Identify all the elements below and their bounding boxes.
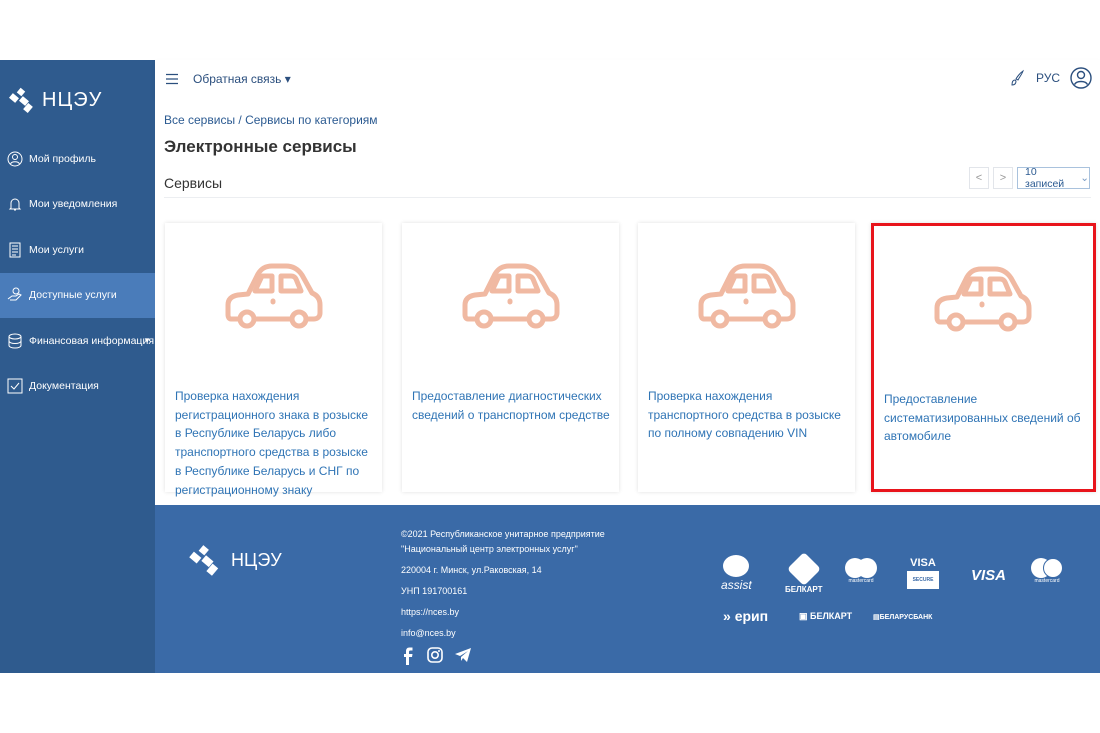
belarusbank-logo: ▤БЕЛАРУСБАНК — [873, 614, 933, 621]
mastercard-idcheck-text: mastercard — [1034, 578, 1060, 584]
footer-unp: УНП 191700161 — [401, 586, 468, 596]
sidebar-item-services[interactable]: Мои услуги — [0, 227, 155, 273]
sidebar-item-profile[interactable]: Мой профиль — [0, 136, 155, 182]
belarusbank-text: БЕЛАРУСБАНК — [879, 614, 933, 621]
service-card[interactable]: Проверка нахождения регистрационного зна… — [165, 223, 382, 497]
bell-icon — [8, 198, 22, 211]
breadcrumb-all-services[interactable]: Все сервисы — [164, 113, 235, 127]
logo-text: НЦЭУ — [231, 549, 282, 570]
erip-logo: » ерип — [723, 608, 769, 624]
erip-text: ерип — [734, 608, 769, 624]
brush-icon[interactable] — [1008, 69, 1026, 87]
footer-info: ©2021 Республиканское унитарное предприя… — [401, 527, 605, 671]
sidebar-item-available-services[interactable]: Доступные услуги — [0, 272, 155, 318]
sidebar-item-label: Мои услуги — [29, 243, 84, 256]
service-card[interactable]: Предоставление диагностических сведений … — [402, 223, 619, 492]
belkart-text: БЕЛКАРТ — [785, 585, 823, 594]
logo-icon — [9, 87, 33, 113]
belkart-internet-logo: ▣ БЕЛКАРТ — [799, 611, 853, 621]
mastercard-text: mastercard — [848, 578, 874, 584]
feedback-dropdown[interactable]: Обратная связь ▾ — [193, 72, 291, 86]
service-card[interactable]: Проверка нахождения транспортного средст… — [638, 223, 855, 492]
service-card-title[interactable]: Предоставление систематизированных сведе… — [884, 390, 1085, 446]
footer-logo: НЦЭУ — [185, 543, 282, 577]
hamburger-menu-icon[interactable] — [166, 73, 178, 85]
car-icon — [934, 266, 1032, 332]
language-switch[interactable]: РУС — [1036, 71, 1060, 85]
app: НЦЭУ Мой профиль Мои уведомления Мои усл… — [0, 60, 1100, 673]
breadcrumb: Все сервисы / Сервисы по категориям — [164, 113, 378, 127]
sidebar-item-finance[interactable]: Финансовая информация ▼ — [0, 318, 155, 364]
divider — [164, 197, 1091, 198]
service-card[interactable]: Предоставление систематизированных сведе… — [871, 223, 1096, 492]
pagination: < > 10 записей ⌄ — [969, 166, 1090, 190]
car-icon — [225, 263, 323, 329]
service-card-title[interactable]: Проверка нахождения транспортного средст… — [648, 387, 847, 443]
user-circle-icon — [7, 151, 23, 167]
feedback-label: Обратная связь — [193, 71, 282, 86]
car-icon — [698, 263, 796, 329]
facebook-icon[interactable] — [401, 647, 415, 665]
logo-icon — [189, 545, 219, 576]
footer-company-name: "Национальный центр электронных услуг" — [401, 544, 578, 554]
sidebar-item-notifications[interactable]: Мои уведомления — [0, 182, 155, 228]
service-card-title[interactable]: Предоставление диагностических сведений … — [412, 387, 611, 424]
belkart-logo: БЕЛКАРТ — [785, 552, 823, 594]
footer-company: ©2021 Республиканское унитарное предприя… — [401, 529, 605, 539]
sidebar-nav: Мой профиль Мои уведомления Мои услуги Д… — [0, 136, 155, 409]
sidebar-item-label: Доступные услуги — [29, 289, 117, 302]
chevron-down-icon: ⌄ — [1080, 172, 1089, 184]
service-card-title[interactable]: Проверка нахождения регистрационного зна… — [175, 387, 374, 499]
telegram-icon[interactable] — [455, 647, 471, 663]
logo-text: НЦЭУ — [42, 88, 103, 111]
instagram-icon[interactable] — [427, 647, 443, 663]
checkbox-icon — [7, 378, 23, 394]
footer-email-link[interactable]: info@nces.by — [401, 626, 605, 641]
assist-text: assist — [721, 578, 752, 592]
hand-service-icon — [7, 287, 22, 301]
mastercard-idcheck-logo: mastercard — [1031, 558, 1063, 584]
chevron-down-icon: ▼ — [143, 336, 151, 346]
footer-address: 220004 г. Минск, ул.Раковская, 14 — [401, 565, 542, 575]
assist-logo: assist — [721, 555, 752, 592]
database-icon — [8, 333, 22, 349]
footer-website-link[interactable]: https://nces.by — [401, 605, 605, 620]
section-title: Сервисы — [164, 175, 223, 191]
breadcrumb-separator: / — [238, 113, 242, 127]
sidebar-item-label: Финансовая информация — [29, 334, 155, 347]
page-size-value: 10 записей — [1025, 166, 1065, 190]
user-account-icon[interactable] — [1070, 67, 1092, 89]
document-list-icon — [9, 242, 21, 258]
logo[interactable]: НЦЭУ — [8, 86, 102, 114]
sidebar-item-label: Мой профиль — [29, 152, 96, 165]
belkart-internet-text: БЕЛКАРТ — [810, 611, 853, 621]
prev-page-button[interactable]: < — [969, 167, 989, 189]
page-title: Электронные сервисы — [164, 137, 357, 156]
page-size-select[interactable]: 10 записей ⌄ — [1017, 166, 1090, 190]
visa-logo: VISA — [971, 567, 1007, 584]
main-content: Все сервисы / Сервисы по категориям Элек… — [155, 97, 1100, 505]
car-icon — [462, 263, 560, 329]
sidebar-item-label: Мои уведомления — [29, 198, 118, 211]
next-page-button[interactable]: > — [993, 167, 1013, 189]
mastercard-logo: mastercard — [845, 558, 877, 584]
sidebar: НЦЭУ Мой профиль Мои уведомления Мои усл… — [0, 60, 155, 673]
breadcrumb-categories[interactable]: Сервисы по категориям — [245, 113, 377, 127]
sidebar-item-docs[interactable]: Документация — [0, 364, 155, 410]
secure-text: SECURE — [907, 571, 939, 589]
top-header: Обратная связь ▾ РУС — [155, 60, 1100, 97]
footer: НЦЭУ ©2021 Республиканское унитарное пре… — [155, 505, 1100, 673]
visa-secure-logo: VISA SECURE — [907, 557, 939, 589]
visa-text: VISA — [910, 557, 936, 569]
sidebar-item-label: Документация — [29, 380, 99, 393]
